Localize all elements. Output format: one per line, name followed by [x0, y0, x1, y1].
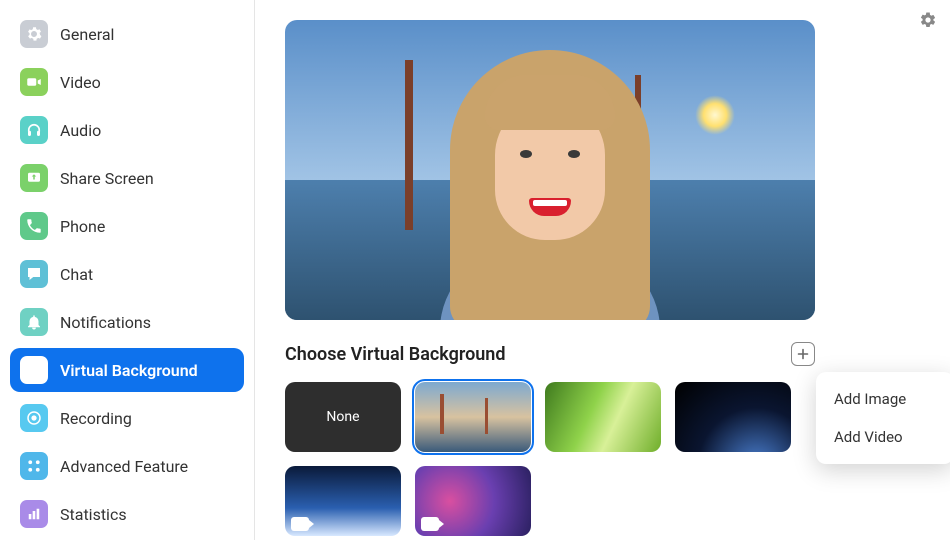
gear-icon	[919, 11, 937, 29]
bg-thumb-grass[interactable]	[545, 382, 661, 452]
video-icon	[20, 68, 48, 96]
video-icon	[291, 517, 309, 531]
popup-item-add-video[interactable]: Add Video	[816, 418, 950, 456]
record-icon	[20, 404, 48, 432]
chat-icon	[20, 260, 48, 288]
sidebar-item-notifications[interactable]: Notifications	[10, 300, 244, 344]
sidebar-item-audio[interactable]: Audio	[10, 108, 244, 152]
section-header: Choose Virtual Background	[285, 342, 815, 366]
portrait-icon	[20, 356, 48, 384]
sidebar-item-share-screen[interactable]: Share Screen	[10, 156, 244, 200]
bg-thumb-space1[interactable]	[675, 382, 791, 452]
sidebar-item-label: Notifications	[60, 313, 151, 332]
settings-window: General Video Audio Share Screen Phone Chat No…	[0, 0, 950, 540]
sidebar-item-chat[interactable]: Chat	[10, 252, 244, 296]
preview-person	[420, 50, 680, 320]
share-icon	[20, 164, 48, 192]
add-menu-popup: Add ImageAdd Video	[816, 372, 950, 464]
sidebar-item-recording[interactable]: Recording	[10, 396, 244, 440]
preview-sun	[695, 95, 735, 135]
sidebar-item-statistics[interactable]: Statistics	[10, 492, 244, 536]
sidebar-item-advanced-feature[interactable]: Advanced Feature	[10, 444, 244, 488]
stats-icon	[20, 500, 48, 528]
section-title-text: Choose Virtual Background	[285, 344, 506, 365]
sidebar: General Video Audio Share Screen Phone Chat No…	[0, 0, 255, 540]
sidebar-item-label: Video	[60, 73, 101, 92]
sidebar-item-general[interactable]: General	[10, 12, 244, 56]
sidebar-item-label: Advanced Feature	[60, 457, 188, 476]
add-background-button[interactable]	[791, 342, 815, 366]
preview-bridge-tower	[405, 60, 413, 230]
sidebar-item-label: Share Screen	[60, 169, 154, 188]
headphones-icon	[20, 116, 48, 144]
gear-icon	[20, 20, 48, 48]
sidebar-item-video[interactable]: Video	[10, 60, 244, 104]
bg-thumb-space2[interactable]	[285, 466, 401, 536]
grid-icon	[20, 452, 48, 480]
main-panel: Choose Virtual Background None Add Image…	[255, 0, 950, 540]
sidebar-item-virtual-background[interactable]: Virtual Background	[10, 348, 244, 392]
sidebar-item-label: Phone	[60, 217, 105, 236]
sidebar-item-label: Statistics	[60, 505, 127, 524]
settings-gear-button[interactable]	[916, 8, 940, 32]
background-thumbnails: None	[285, 382, 845, 536]
bg-thumb-none[interactable]: None	[285, 382, 401, 452]
bg-thumb-bridge[interactable]	[415, 382, 531, 452]
video-preview	[285, 20, 815, 320]
bg-thumb-gradient[interactable]	[415, 466, 531, 536]
sidebar-item-phone[interactable]: Phone	[10, 204, 244, 248]
sidebar-item-label: Virtual Background	[60, 361, 198, 380]
sidebar-item-label: Recording	[60, 409, 132, 428]
sidebar-item-label: Audio	[60, 121, 101, 140]
phone-icon	[20, 212, 48, 240]
sidebar-item-label: Chat	[60, 265, 93, 284]
popup-item-add-image[interactable]: Add Image	[816, 380, 950, 418]
sidebar-item-label: General	[60, 25, 114, 44]
video-icon	[421, 517, 439, 531]
bell-icon	[20, 308, 48, 336]
thumb-label: None	[326, 409, 359, 425]
plus-icon	[797, 348, 809, 360]
